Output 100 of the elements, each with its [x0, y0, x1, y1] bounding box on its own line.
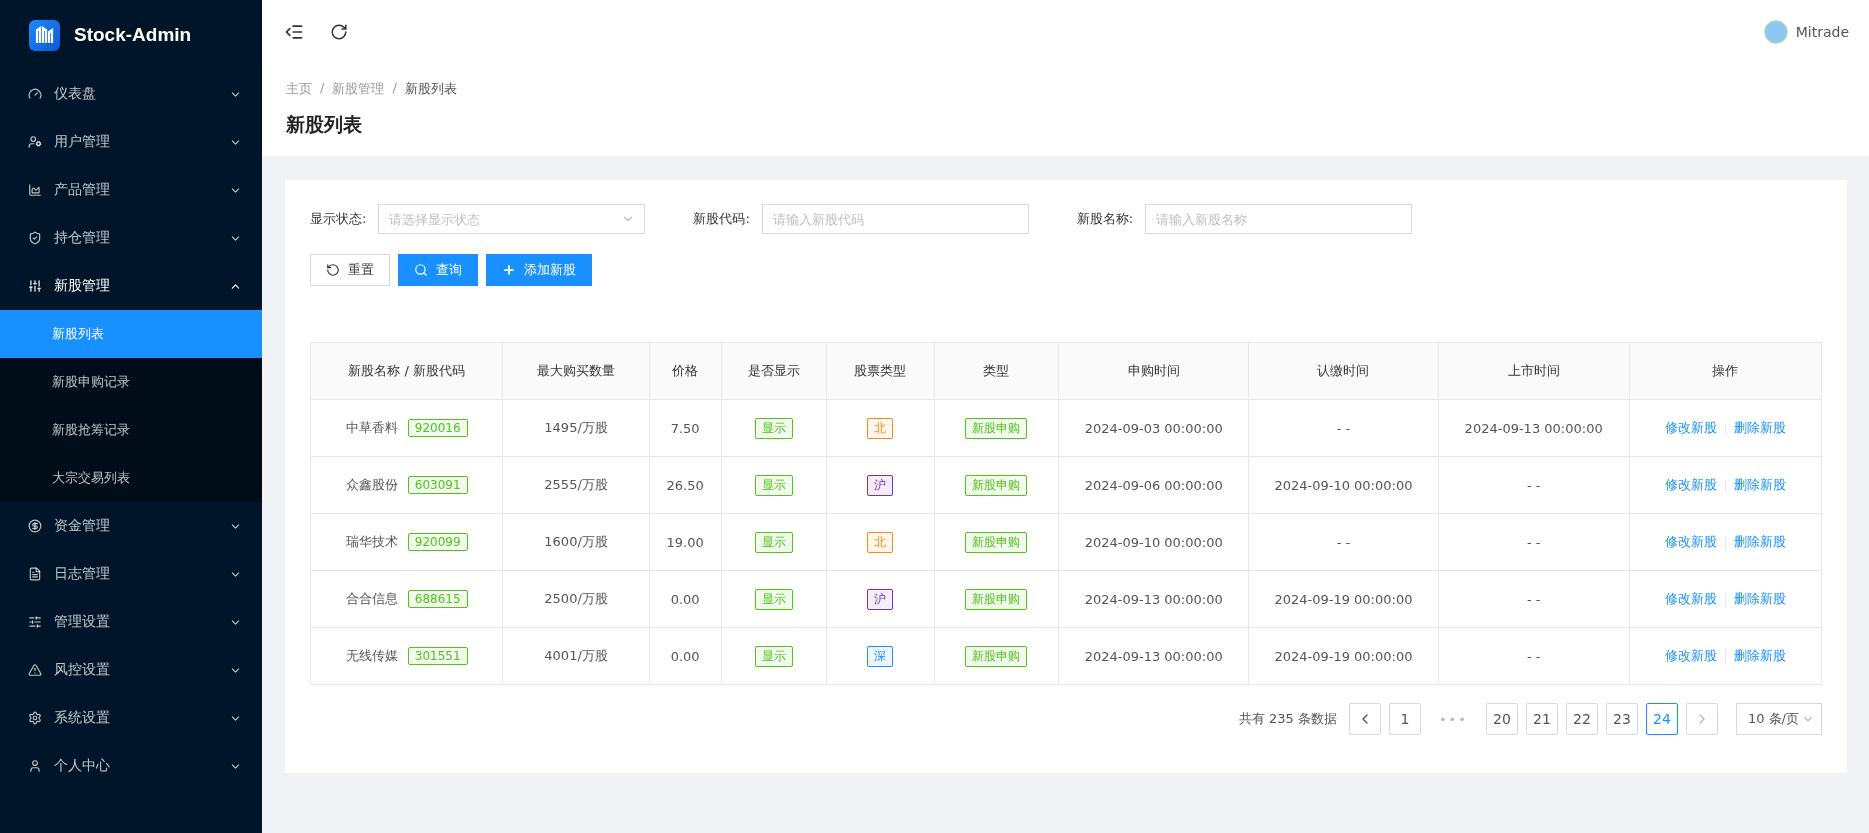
display-tag: 显示	[754, 531, 793, 553]
prev-page-button[interactable]	[1348, 703, 1381, 735]
total-count: 共有 235 条数据	[1238, 710, 1337, 728]
refresh-icon[interactable]	[330, 23, 348, 41]
menu-item[interactable]: 日志管理	[0, 550, 262, 598]
stock-code-tag: 688615	[407, 590, 468, 608]
stock-code-tag: 603091	[407, 476, 468, 494]
gauge-icon	[28, 87, 42, 101]
stock-code-tag: 920016	[407, 419, 468, 437]
page-button[interactable]: 23	[1605, 703, 1638, 735]
user-icon	[28, 759, 42, 773]
page-button[interactable]: 21	[1525, 703, 1558, 735]
input-field[interactable]: 请输入新股名称	[1145, 204, 1413, 234]
submenu-item[interactable]: 新股抢筹记录	[0, 406, 262, 454]
plus-icon	[502, 263, 516, 277]
table-cell: 2024-09-10 00:00:00	[1058, 513, 1249, 571]
stock-type-tag: 北	[867, 531, 894, 553]
table-cell: 2024-09-13 00:00:00	[1438, 399, 1630, 457]
warning-icon	[28, 663, 42, 677]
filter-label: 新股代码:	[693, 210, 750, 228]
column-header: 最大购买数量	[502, 342, 650, 400]
input-field[interactable]: 请输入新股代码	[761, 204, 1029, 234]
table-cell: 0.00	[649, 570, 722, 628]
menu-item[interactable]: 仪表盘	[0, 70, 262, 118]
column-header: 股票类型	[826, 342, 935, 400]
column-header: 申购时间	[1058, 342, 1249, 400]
table-cell: 19.00	[649, 513, 722, 571]
avatar[interactable]	[1763, 20, 1788, 44]
menu-item[interactable]: 新股管理	[0, 262, 262, 310]
submenu-item[interactable]: 新股申购记录	[0, 358, 262, 406]
column-header: 价格	[649, 342, 722, 400]
menu-item[interactable]: 资金管理	[0, 502, 262, 550]
page-title: 新股列表	[286, 112, 363, 137]
menu-item[interactable]: 产品管理	[0, 166, 262, 214]
page-button[interactable]: 22	[1565, 703, 1598, 735]
table-cell: - -	[1248, 513, 1439, 571]
display-tag: 显示	[754, 417, 793, 439]
menu-item[interactable]: 个人中心	[0, 742, 262, 790]
table-cell: 1600/万股	[502, 513, 650, 571]
stock-code-tag: 920099	[407, 533, 468, 551]
breadcrumb-item: 新股列表	[404, 80, 457, 98]
submenu-item[interactable]: 大宗交易列表	[0, 454, 262, 502]
table-cell: 1495/万股	[502, 399, 650, 457]
menu-item[interactable]: 持仓管理	[0, 214, 262, 262]
display-tag: 显示	[754, 645, 793, 667]
stock-type-tag: 沪	[867, 588, 894, 610]
type-tag: 新股申购	[965, 474, 1028, 496]
stock-type-tag: 深	[867, 645, 894, 667]
table-cell: 2024-09-13 00:00:00	[1058, 570, 1249, 628]
reset-button[interactable]: 重置	[310, 254, 390, 286]
logo-text: Stock-Admin	[74, 24, 192, 46]
stock-type-tag: 沪	[867, 474, 894, 496]
column-header: 新股名称 / 新股代码	[310, 342, 503, 400]
settings-icon	[28, 711, 42, 725]
menu-item[interactable]: 管理设置	[0, 598, 262, 646]
table-cell: 7.50	[649, 399, 722, 457]
table-cell: 2024-09-13 00:00:00	[1058, 627, 1249, 685]
table-cell: - -	[1438, 456, 1630, 514]
table-cell: - -	[1248, 399, 1439, 457]
user-gear-icon	[28, 135, 42, 149]
user-name[interactable]: Mitrade	[1795, 24, 1849, 40]
stock-name: 众鑫股份	[345, 476, 398, 494]
stock-name: 瑞华技术	[345, 533, 398, 551]
stock-code-tag: 301551	[407, 647, 468, 665]
display-tag: 显示	[754, 474, 793, 496]
table-cell: 26.50	[649, 456, 722, 514]
table-cell: 4001/万股	[502, 627, 650, 685]
stock-name: 无线传媒	[345, 647, 398, 665]
table-cell: 2024-09-10 00:00:00	[1248, 456, 1439, 514]
menu-item[interactable]: 系统设置	[0, 694, 262, 742]
column-header: 操作	[1629, 342, 1822, 400]
breadcrumb-separator: /	[320, 80, 325, 97]
filter-label: 显示状态:	[310, 210, 367, 228]
column-header: 上市时间	[1438, 342, 1630, 400]
table-cell: 0.00	[649, 627, 722, 685]
table-cell: - -	[1438, 627, 1630, 685]
shield-icon	[28, 231, 42, 245]
stock-name: 合合信息	[345, 590, 398, 608]
page-button[interactable]: 20	[1485, 703, 1518, 735]
collapse-menu-icon[interactable]	[284, 22, 304, 42]
menu-item[interactable]: 风控设置	[0, 646, 262, 694]
table-cell: - -	[1438, 513, 1630, 571]
status-select[interactable]: 请选择显示状态	[378, 204, 646, 234]
column-header: 类型	[934, 342, 1059, 400]
rotate-icon	[326, 263, 340, 277]
area-chart-icon	[28, 183, 42, 197]
page-size-select[interactable]: 10 条/页	[1735, 703, 1822, 735]
table-cell: 2024-09-03 00:00:00	[1058, 399, 1249, 457]
table-cell: 2024-09-06 00:00:00	[1058, 456, 1249, 514]
filter-label: 新股名称:	[1076, 210, 1134, 228]
document-icon	[28, 567, 42, 581]
menu-item[interactable]: 用户管理	[0, 118, 262, 166]
page-button[interactable]: 1	[1388, 703, 1421, 735]
column-header: 是否显示	[721, 342, 827, 400]
type-tag: 新股申购	[965, 531, 1028, 553]
sliders-icon	[28, 615, 42, 629]
dollar-icon	[28, 519, 42, 533]
stock-name: 中草香料	[345, 419, 398, 437]
type-tag: 新股申购	[965, 417, 1028, 439]
stock-type-tag: 北	[867, 417, 894, 439]
